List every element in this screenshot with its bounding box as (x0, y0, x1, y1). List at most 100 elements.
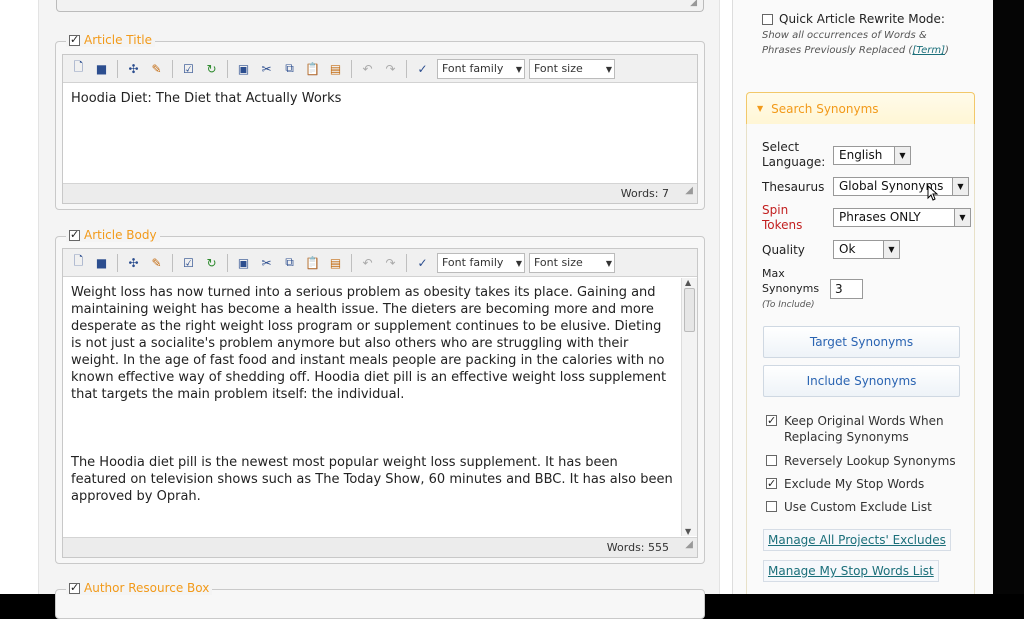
search-synonyms-title: Search Synonyms (771, 101, 879, 116)
reverse-lookup-checkbox[interactable] (766, 455, 777, 466)
select-language-label: Select Language: (762, 140, 826, 169)
thesaurus-label: Thesaurus (762, 180, 825, 194)
keep-original-checkbox[interactable] (766, 413, 777, 429)
quality-select[interactable]: Ok ▼ (833, 240, 900, 259)
spin-tokens-value: Phrases ONLY (839, 210, 921, 224)
spin-tokens-select[interactable]: Phrases ONLY ▼ (833, 208, 971, 227)
option-custom-exclude[interactable]: Use Custom Exclude List (766, 499, 932, 515)
font-size-value: Font size (534, 256, 583, 269)
article-title-fieldset: Article Title 🗋 ■ ✣ ✎ ☑ ↻ ▣ ✂ ⧉ 📋 ▤ ↶ ↷ (55, 33, 705, 210)
article-title-word-count: Words: 7 (620, 187, 669, 200)
quick-rewrite-note-end: ) (945, 45, 949, 56)
quick-rewrite-label: Quick Article Rewrite Mode: (779, 12, 945, 26)
quick-rewrite-block: Quick Article Rewrite Mode: Show all occ… (762, 12, 962, 58)
max-synonyms-input[interactable]: 3 (830, 279, 863, 299)
select-all-icon[interactable]: ▣ (233, 252, 254, 273)
editor-toolbar: 🗋 ■ ✣ ✎ ☑ ↻ ▣ ✂ ⧉ 📋 ▤ ↶ ↷ ✓ Font family … (63, 55, 697, 83)
manage-excludes-link[interactable]: Manage All Projects' Excludes (763, 529, 951, 551)
toolbar-divider (351, 59, 352, 78)
cut-icon[interactable]: ✂ (256, 252, 277, 273)
language-select[interactable]: English ▼ (833, 146, 911, 165)
save-icon[interactable]: ■ (91, 252, 112, 273)
chevron-down-icon: ▼ (605, 64, 612, 74)
chevron-down-icon: ▼ (894, 147, 910, 164)
option-reverse-lookup[interactable]: Reversely Lookup Synonyms (766, 453, 956, 469)
manage-stopwords-link[interactable]: Manage My Stop Words List (763, 560, 939, 582)
select-all-icon[interactable]: ▣ (233, 58, 254, 79)
spin-icon[interactable]: ✣ (123, 252, 144, 273)
article-body-paragraph: The Hoodia diet pill is the newest most … (71, 455, 673, 504)
checklist-icon[interactable]: ☑ (178, 252, 199, 273)
font-size-select[interactable]: Font size ▼ (529, 252, 615, 273)
article-body-legend: Article Body (66, 228, 160, 242)
target-synonyms-label: Target Synonyms (809, 335, 914, 349)
undo-icon[interactable]: ↶ (357, 252, 378, 273)
article-body-legend-label: Article Body (84, 228, 157, 242)
new-document-icon[interactable]: 🗋 (68, 252, 89, 273)
checklist-icon[interactable]: ☑ (178, 58, 199, 79)
scroll-thumb[interactable] (684, 288, 695, 332)
quick-rewrite-note-text: Show all occurrences of Words & Phrases … (762, 30, 927, 56)
font-family-select[interactable]: Font family ▼ (437, 252, 525, 273)
article-title-text: Hoodia Diet: The Diet that Actually Work… (71, 91, 342, 106)
thesaurus-select[interactable]: Global Synonyms ▼ (833, 177, 969, 196)
quick-rewrite-checkbox[interactable] (762, 13, 773, 25)
article-body-word-count: Words: 555 (606, 541, 669, 554)
paste-text-icon[interactable]: ▤ (325, 58, 346, 79)
article-body-content[interactable]: Weight loss has now turned into a seriou… (63, 278, 681, 536)
term-link[interactable]: [Term] (912, 45, 945, 56)
author-resource-checkbox[interactable] (69, 581, 80, 594)
toolbar-divider (351, 253, 352, 272)
exclude-stop-words-checkbox[interactable] (766, 476, 777, 492)
article-title-checkbox[interactable] (69, 33, 80, 46)
font-size-value: Font size (534, 62, 583, 75)
article-title-statusbar: Words: 7 ◢ (63, 183, 697, 203)
new-document-icon[interactable]: 🗋 (68, 58, 89, 79)
copy-icon[interactable]: ⧉ (279, 252, 300, 273)
font-size-select[interactable]: Font size ▼ (529, 58, 615, 79)
chevron-down-icon: ▼ (952, 178, 968, 195)
toolbar-divider (406, 59, 407, 78)
previous-field-remnant: ◢ (56, 0, 704, 12)
article-body-checkbox[interactable] (69, 228, 80, 241)
spin-icon[interactable]: ✣ (123, 58, 144, 79)
redo-icon[interactable]: ↷ (380, 58, 401, 79)
scroll-up-icon[interactable]: ▲ (685, 278, 691, 287)
copy-icon[interactable]: ⧉ (279, 58, 300, 79)
paste-text-icon[interactable]: ▤ (325, 252, 346, 273)
font-family-select[interactable]: Font family ▼ (437, 58, 525, 79)
toolbar-divider (117, 59, 118, 78)
magic-wand-icon[interactable]: ✎ (146, 58, 167, 79)
quick-rewrite-row: Quick Article Rewrite Mode: (762, 12, 962, 26)
custom-exclude-checkbox[interactable] (766, 501, 777, 512)
exclude-stop-words-label: Exclude My Stop Words (784, 477, 925, 491)
paste-icon[interactable]: 📋 (302, 58, 323, 79)
article-title-editor: 🗋 ■ ✣ ✎ ☑ ↻ ▣ ✂ ⧉ 📋 ▤ ↶ ↷ ✓ Font family … (62, 54, 698, 204)
custom-exclude-label: Use Custom Exclude List (784, 500, 932, 514)
undo-icon[interactable]: ↶ (357, 58, 378, 79)
paste-icon[interactable]: 📋 (302, 252, 323, 273)
magic-wand-icon[interactable]: ✎ (146, 252, 167, 273)
include-synonyms-button[interactable]: Include Synonyms (763, 365, 960, 397)
redo-icon[interactable]: ↷ (380, 252, 401, 273)
spellcheck-icon[interactable]: ✓ (412, 58, 433, 79)
spellcheck-icon[interactable]: ✓ (412, 252, 433, 273)
toolbar-divider (406, 253, 407, 272)
search-synonyms-header[interactable]: ▼ Search Synonyms (746, 92, 975, 124)
target-synonyms-button[interactable]: Target Synonyms (763, 326, 960, 358)
quick-rewrite-note: Show all occurrences of Words & Phrases … (762, 28, 962, 58)
option-exclude-stop-words[interactable]: Exclude My Stop Words (766, 476, 924, 492)
chevron-down-icon: ▼ (605, 258, 612, 268)
resize-grip-icon[interactable]: ◢ (685, 181, 693, 201)
article-title-content[interactable]: Hoodia Diet: The Diet that Actually Work… (63, 84, 697, 184)
max-synonyms-value: 3 (835, 282, 843, 296)
option-keep-original[interactable]: Keep Original Words When Replacing Synon… (766, 413, 956, 445)
resize-grip-icon[interactable]: ◢ (685, 535, 693, 555)
refresh-icon[interactable]: ↻ (201, 252, 222, 273)
refresh-icon[interactable]: ↻ (201, 58, 222, 79)
article-body-scrollbar[interactable]: ▲ ▼ (681, 278, 697, 536)
resize-grip-icon[interactable]: ◢ (690, 0, 697, 8)
save-icon[interactable]: ■ (91, 58, 112, 79)
max-synonyms-note: (To Include) (762, 300, 815, 310)
cut-icon[interactable]: ✂ (256, 58, 277, 79)
